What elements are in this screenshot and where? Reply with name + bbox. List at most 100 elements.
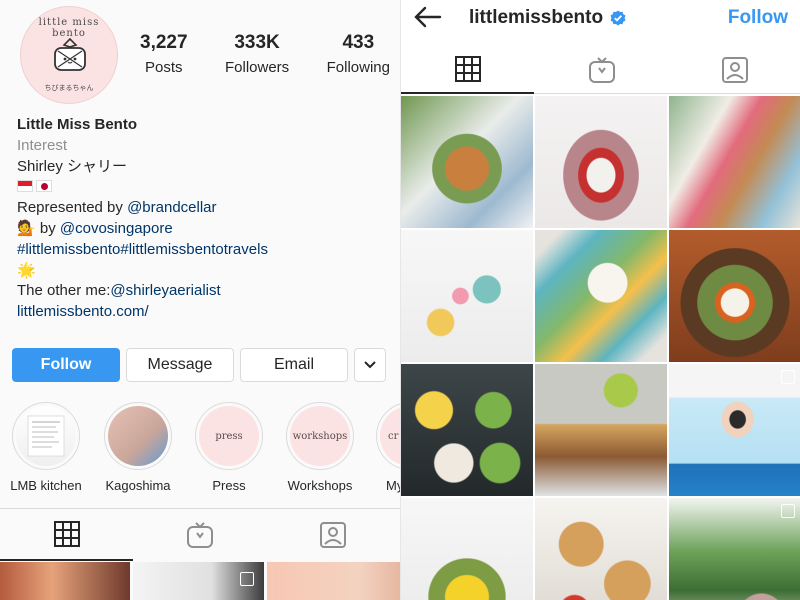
back-button[interactable] (413, 5, 443, 29)
highlight-kagoshima[interactable]: Kagoshima (102, 402, 174, 493)
other-prefix: The other me: (17, 282, 111, 300)
stat-label: Following (326, 59, 390, 76)
stat-value: 433 (342, 32, 375, 53)
top-bar: littlemissbento Follow (401, 0, 800, 40)
other-me-line: The other me:@shirleyaerialist (17, 281, 392, 302)
video-icon (240, 572, 254, 586)
highlight-cover-text: press (199, 406, 259, 466)
post-thumbnail[interactable] (669, 364, 800, 496)
verified-badge-icon (610, 10, 626, 26)
avatar-subtext: ちびまるちゃん (44, 85, 94, 92)
tab-tagged[interactable] (266, 509, 399, 561)
profile-stats: 3,227 Posts 333K Followers 433 Following (140, 32, 390, 76)
profile-tabs (0, 508, 400, 561)
grid-icon (454, 56, 481, 82)
profile-actions: Follow Message Email (12, 348, 386, 382)
avatar[interactable]: little miss bento ちびまるちゃん (20, 6, 118, 104)
shirleyaerialist-link[interactable]: @shirleyaerialist (110, 282, 220, 299)
highlight-lmb-kitchen[interactable]: LMB kitchen (10, 402, 82, 493)
post-tabs (401, 46, 800, 94)
tab-grid[interactable] (0, 509, 133, 561)
story-highlights: LMB kitchen Kagoshima press Press worksh… (0, 402, 400, 498)
sparkle-line: 🌟 (17, 261, 392, 282)
post-thumbnail[interactable] (669, 230, 800, 362)
post-thumbnail[interactable] (535, 230, 667, 362)
highlight-label: Workshops (287, 478, 353, 493)
stat-label: Followers (224, 59, 290, 76)
post-thumbnail[interactable] (535, 498, 667, 600)
post-thumbnail[interactable] (669, 498, 800, 600)
highlight-workshops[interactable]: workshops Workshops (284, 402, 356, 493)
highlight-cover: workshops (286, 402, 354, 470)
person-emoji-icon: 💁 (17, 219, 36, 237)
stat-posts[interactable]: 3,227 Posts (140, 32, 188, 76)
document-icon (27, 415, 65, 457)
highlight-label: My (386, 478, 400, 493)
arrow-left-icon (414, 6, 442, 28)
profile-bio: Little Miss Bento Interest Shirley シャリー … (17, 115, 392, 323)
message-button[interactable]: Message (126, 348, 234, 382)
highlight-cover (12, 402, 80, 470)
post-thumbnail[interactable] (535, 364, 667, 496)
japan-flag-icon (36, 180, 52, 193)
post-thumbnail[interactable] (401, 96, 533, 228)
stat-followers[interactable]: 333K Followers (225, 32, 289, 76)
header-username: littlemissbento (469, 7, 626, 29)
post-grid-preview (0, 562, 400, 600)
post-thumbnail[interactable] (401, 230, 533, 362)
by-prefix: by (35, 219, 60, 237)
multiple-posts-icon (781, 370, 795, 384)
tab-tagged[interactable] (668, 46, 800, 94)
highlight-cover: press (195, 402, 263, 470)
highlight-thumbnail (108, 406, 168, 466)
post-thumbnail[interactable] (0, 562, 130, 600)
tab-igtv[interactable] (133, 509, 266, 561)
brandcellar-link[interactable]: @brandcellar (127, 199, 216, 216)
post-grid (401, 96, 800, 600)
bio-line: Shirley シャリー (17, 157, 128, 175)
stat-value: 333K (234, 32, 280, 53)
highlight-label: Press (212, 478, 246, 493)
highlight-thumbnail (16, 406, 76, 466)
highlight-my[interactable]: cr My (374, 402, 400, 493)
profile-header-panel: littlemissbento Follow (400, 0, 800, 600)
tab-igtv[interactable] (535, 46, 668, 94)
stat-value: 3,227 (140, 32, 188, 53)
website-link[interactable]: littlemissbento.com/ (17, 302, 392, 323)
suggested-toggle-button[interactable] (354, 348, 386, 382)
represented-line: Represented by @brandcellar (17, 198, 392, 219)
header-follow-button[interactable]: Follow (728, 7, 788, 29)
tagged-icon (721, 57, 748, 83)
chevron-down-icon (364, 361, 376, 369)
display-name: Little Miss Bento (17, 116, 138, 133)
post-thumbnail[interactable] (267, 562, 400, 600)
highlight-label: LMB kitchen (10, 478, 82, 493)
username-text: littlemissbento (469, 7, 604, 28)
multiple-posts-icon (781, 504, 795, 518)
highlight-cover (104, 402, 172, 470)
highlight-label: Kagoshima (105, 478, 171, 493)
post-thumbnail[interactable] (401, 498, 533, 600)
tab-grid[interactable] (401, 46, 534, 94)
post-thumbnail[interactable] (535, 96, 667, 228)
represented-prefix: Represented by (17, 199, 128, 217)
tv-icon (186, 522, 213, 548)
bento-logo-icon (54, 37, 86, 71)
tv-icon (588, 57, 615, 83)
post-thumbnail[interactable] (669, 96, 800, 228)
highlight-press[interactable]: press Press (193, 402, 265, 493)
highlight-cover-text: workshops (290, 406, 350, 466)
highlight-cover-text: cr (380, 406, 400, 466)
star-emoji-icon: 🌟 (17, 261, 36, 279)
tagged-icon (319, 522, 346, 548)
flags-line (17, 177, 392, 198)
hashtags-link[interactable]: #littlemissbento#littlemissbentotravels (17, 240, 392, 261)
follow-button[interactable]: Follow (12, 348, 120, 382)
highlight-cover: cr (376, 402, 400, 470)
post-thumbnail[interactable] (401, 364, 533, 496)
post-thumbnail[interactable] (133, 562, 264, 600)
covosingapore-link[interactable]: @covosingapore (60, 220, 173, 237)
stat-following[interactable]: 433 Following (327, 32, 390, 76)
email-button[interactable]: Email (240, 348, 348, 382)
singapore-flag-icon (17, 180, 33, 193)
